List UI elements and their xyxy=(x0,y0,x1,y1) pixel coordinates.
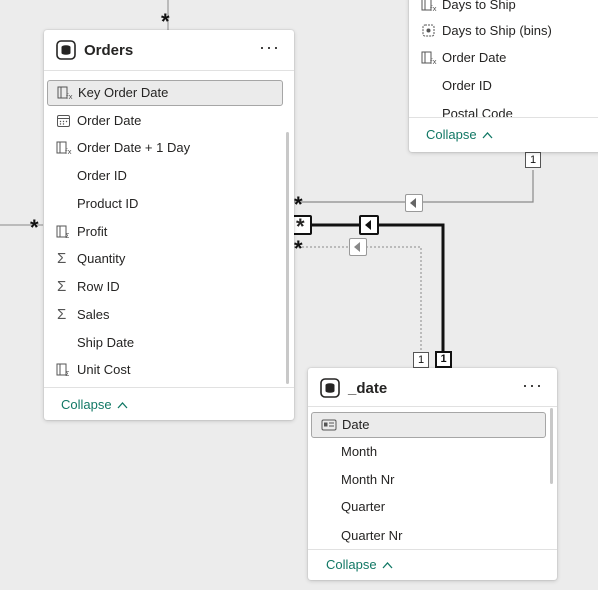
filter-direction-icon[interactable] xyxy=(405,194,423,212)
many-marker: * xyxy=(161,9,170,34)
active-many-marker[interactable]: * xyxy=(292,215,312,238)
many-marker: * xyxy=(30,215,39,240)
more-options-icon[interactable]: ··· xyxy=(259,38,280,56)
chevron-up-icon xyxy=(482,132,493,139)
chevron-up-icon xyxy=(117,402,128,409)
calculated-column-icon: fx xyxy=(421,51,437,65)
calculated-column-icon: Σ xyxy=(56,225,69,239)
svg-text:fx: fx xyxy=(430,5,437,12)
table-card-partial[interactable]: fx Days to Ship Days to Ship (bins) fx O… xyxy=(409,0,598,152)
field-row[interactable]: Ship Date xyxy=(44,330,282,356)
model-canvas[interactable]: * * * * * 1 1 1 fx Days to Ship Days to … xyxy=(0,0,598,594)
field-row[interactable]: Month Nr xyxy=(308,467,545,493)
scrollbar[interactable] xyxy=(550,408,553,484)
field-row[interactable]: Month xyxy=(308,439,545,465)
field-row[interactable]: Σ Profit xyxy=(44,219,282,245)
field-row[interactable]: Product ID xyxy=(44,191,282,217)
table-header[interactable]: Orders ··· xyxy=(44,30,294,72)
svg-text:fx: fx xyxy=(66,93,73,100)
field-row-selected[interactable]: Date xyxy=(311,412,546,438)
one-marker-active: 1 xyxy=(435,351,452,368)
field-row[interactable]: Quarter Nr xyxy=(308,523,545,549)
field-row[interactable]: Σ Sales xyxy=(44,302,282,328)
scrollbar[interactable] xyxy=(286,132,289,384)
bins-icon xyxy=(422,24,435,37)
many-marker: * xyxy=(294,236,303,261)
collapse-button[interactable]: Collapse xyxy=(326,557,393,572)
sigma-icon: Σ xyxy=(57,250,67,267)
table-header[interactable]: _date ··· xyxy=(308,368,557,410)
sigma-icon: Σ xyxy=(57,278,67,295)
svg-text:fx: fx xyxy=(65,148,72,155)
calculated-column-icon: fx xyxy=(57,86,73,100)
orders-table-card[interactable]: Orders ··· fx Key Order Date Order Date xyxy=(44,30,294,420)
field-row-selected[interactable]: fx Key Order Date xyxy=(47,80,283,106)
id-card-icon xyxy=(321,419,337,431)
many-marker: * xyxy=(294,192,303,217)
table-title: Orders xyxy=(84,42,134,59)
table-title: _date xyxy=(348,380,388,397)
filter-direction-icon[interactable] xyxy=(359,215,379,235)
more-options-icon[interactable]: ··· xyxy=(522,376,543,394)
field-row[interactable]: Order Date xyxy=(44,108,282,134)
database-icon xyxy=(320,378,340,398)
field-row[interactable]: fx Order Date xyxy=(409,45,598,71)
one-marker: 1 xyxy=(413,352,429,368)
calculated-column-icon: fx xyxy=(56,141,72,155)
canvas-bottom-edge xyxy=(0,590,598,594)
field-row[interactable]: Σ Quantity xyxy=(44,246,282,272)
field-row[interactable]: fx Order Date + 1 Day xyxy=(44,135,282,161)
collapse-button[interactable]: Collapse xyxy=(61,397,128,412)
collapse-button[interactable]: Collapse xyxy=(426,127,493,142)
svg-text:Σ: Σ xyxy=(65,232,69,239)
field-row[interactable]: Quarter xyxy=(308,494,545,520)
sigma-icon: Σ xyxy=(57,306,67,323)
database-icon xyxy=(56,40,76,60)
calculated-column-icon: Σ xyxy=(56,363,69,377)
field-row[interactable]: Days to Ship (bins) xyxy=(409,18,598,44)
one-marker: 1 xyxy=(525,152,541,168)
filter-direction-icon[interactable] xyxy=(349,238,367,256)
field-row[interactable]: Σ Row ID xyxy=(44,274,282,300)
svg-text:Σ: Σ xyxy=(65,370,69,377)
field-row[interactable]: Order ID xyxy=(409,73,598,99)
calendar-icon xyxy=(57,115,70,127)
chevron-up-icon xyxy=(382,562,393,569)
calculated-column-icon: fx xyxy=(421,0,437,12)
date-table-card[interactable]: _date ··· Date Month Month Nr Quarter Qu… xyxy=(308,368,557,580)
field-row[interactable]: fx Days to Ship xyxy=(409,0,598,18)
field-row[interactable]: Order ID xyxy=(44,163,282,189)
field-row[interactable]: Σ Unit Cost xyxy=(44,357,282,383)
svg-text:fx: fx xyxy=(430,58,437,65)
